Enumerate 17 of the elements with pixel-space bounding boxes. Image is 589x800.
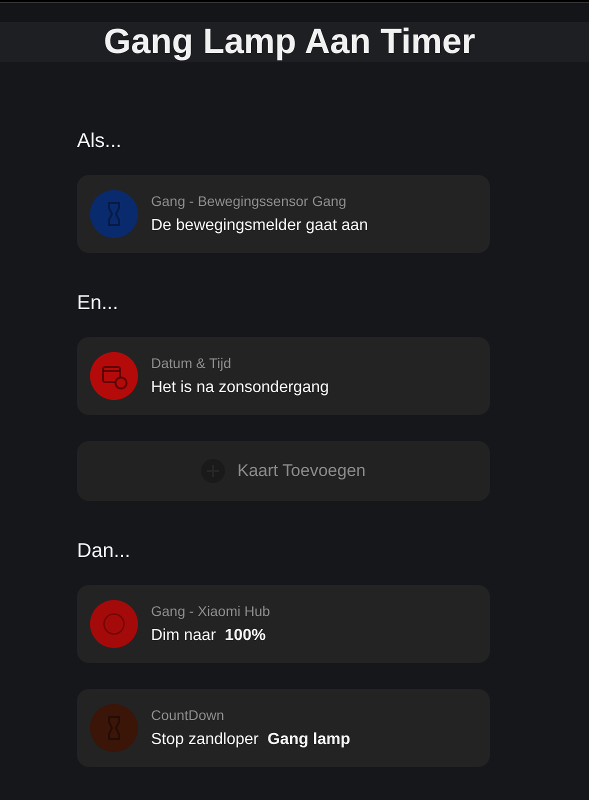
section-heading: En...: [77, 292, 120, 315]
device-name: Gang - Bewegingssensor Gang: [151, 193, 348, 209]
add-card-button[interactable]: Kaart Toevoegen: [77, 441, 490, 501]
device-name: Datum & Tijd: [151, 355, 232, 371]
rule-card[interactable]: Datum & Tijd Het is na zonsondergang: [77, 337, 490, 415]
card-action: De bewegingsmelder gaat aan: [151, 217, 368, 235]
section-heading: Als...: [77, 130, 122, 153]
card-action: Stop zandloper Gang lamp: [151, 731, 350, 749]
rule-card[interactable]: Gang - Bewegingssensor Gang De bewegingsmelder gaat aan: [77, 175, 490, 253]
device-name: Gang - Xiaomi Hub: [151, 603, 270, 619]
card-action: Dim naar 100%: [151, 627, 267, 645]
rule-card[interactable]: Gang - Xiaomi Hub Dim naar 100%: [77, 585, 490, 663]
card-action: Het is na zonsondergang: [151, 379, 329, 397]
rule-card[interactable]: CountDown Stop zandloper Gang lamp: [77, 689, 490, 767]
page-title: Gang Lamp Aan Timer: [104, 22, 476, 62]
section-heading: Dan...: [77, 540, 132, 563]
device-name: CountDown: [151, 707, 226, 723]
